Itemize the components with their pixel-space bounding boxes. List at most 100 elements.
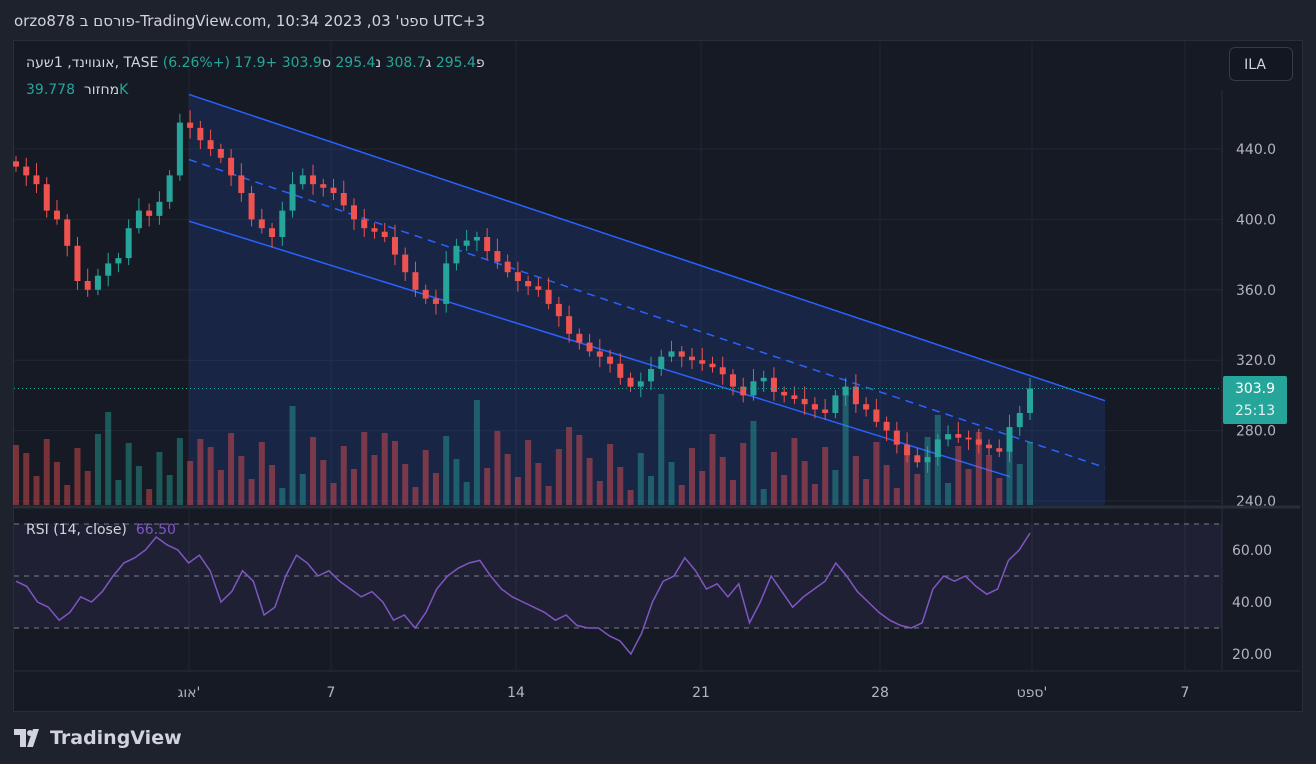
candle-body (105, 263, 112, 276)
candle-body (924, 457, 931, 463)
volume-bar (33, 476, 40, 505)
price-tick: 440.0 (1236, 142, 1276, 158)
volume-bar (965, 469, 972, 505)
volume-legend: מחזור 39.778K (26, 82, 128, 98)
volume-bar (289, 406, 296, 505)
candle-body (84, 281, 91, 290)
candle-body (791, 395, 798, 399)
last-price: 303.9 (1234, 381, 1276, 397)
volume-bar (1016, 464, 1023, 505)
candle-body (207, 140, 214, 149)
candle-body (873, 409, 880, 422)
candle-body (279, 210, 286, 237)
candle-body (494, 251, 501, 262)
candle-body (269, 228, 276, 237)
volume-bar (371, 455, 378, 505)
volume-bar (217, 470, 224, 505)
volume-bar (627, 490, 634, 505)
candle-body (914, 455, 921, 463)
volume-bar (64, 485, 71, 505)
time-tick: ספט' (1017, 685, 1048, 701)
volume-bar (607, 444, 614, 505)
volume-bar (760, 489, 767, 505)
candle-body (883, 421, 890, 431)
volume-bar (729, 480, 736, 505)
candle-body (504, 261, 511, 273)
candle-body (33, 175, 40, 185)
volume-bar (125, 443, 132, 505)
volume-bar (381, 433, 388, 505)
volume-bar (258, 442, 265, 505)
volume-bar (13, 445, 19, 505)
candle-body (402, 254, 409, 273)
high-value: 308.7 (385, 55, 426, 71)
volume-bar (228, 433, 235, 505)
time-tick: 21 (692, 685, 710, 701)
candle-body (248, 193, 255, 220)
last-price-tag: 303.9 25:13 (1223, 376, 1287, 424)
candle-body (607, 356, 614, 364)
candle-body (217, 149, 224, 158)
volume-bar (586, 458, 593, 505)
volume-bar (648, 476, 655, 505)
volume-label: מחזור (83, 82, 120, 98)
candle-body (545, 289, 552, 304)
candle-body (750, 381, 757, 396)
volume-bar (248, 479, 255, 505)
candle-body (678, 351, 685, 357)
bar-countdown: 25:13 (1234, 403, 1276, 419)
candle-body (258, 219, 265, 229)
candle-body (228, 157, 235, 176)
rsi-label[interactable]: RSI (14, close) (26, 522, 127, 538)
volume-bar (84, 471, 91, 505)
volume-bar (996, 478, 1003, 505)
candle-body (986, 444, 993, 449)
candle-body (955, 434, 962, 438)
volume-bar (74, 448, 81, 505)
volume-bar (115, 480, 122, 505)
time-tick: 14 (507, 685, 525, 701)
tradingview-logo[interactable]: TradingView (14, 727, 182, 749)
volume-bar (187, 461, 194, 505)
candle-body (371, 228, 378, 232)
close-label: ס (321, 55, 331, 71)
volume-bar (504, 454, 511, 505)
volume-bar (822, 447, 829, 505)
volume-bar (832, 470, 839, 505)
volume-bar (873, 442, 880, 505)
time-tick: אוג' (178, 685, 201, 701)
volume-bar (207, 447, 214, 505)
candle-body (863, 404, 870, 410)
volume-bar (791, 438, 798, 505)
chart-canvas[interactable]: 440.0400.0360.0320.0280.0240.0אוג' 7 14 21 2… (0, 0, 1316, 764)
volume-bar (299, 474, 306, 505)
time-tick: 28 (871, 685, 889, 701)
volume-bar (23, 453, 30, 505)
volume-bar (545, 486, 552, 505)
open-value: 295.4 (435, 55, 476, 71)
volume-bar (781, 475, 788, 505)
volume-bar (914, 474, 921, 505)
tradingview-logo-icon (14, 729, 39, 747)
candle-body (299, 175, 306, 185)
volume-bar (146, 489, 153, 505)
currency-button[interactable]: ILA (1229, 47, 1293, 81)
candle-body (351, 205, 357, 220)
candle-body (23, 166, 30, 176)
volume-bar (596, 481, 603, 505)
candle-body (770, 377, 777, 392)
volume-bar (330, 483, 337, 505)
candle-body (74, 245, 81, 281)
candle-body (729, 374, 736, 387)
candle-body (760, 377, 767, 382)
volume-bar (176, 438, 183, 505)
candle-body (658, 356, 665, 369)
symbol-label[interactable]: אוגווינד, 1שעה, TASE (26, 55, 158, 71)
open-label: פ (475, 55, 485, 71)
candle-body (197, 127, 204, 141)
channel-fill (189, 94, 1105, 505)
volume-bar (566, 427, 573, 505)
volume-bar (699, 471, 706, 505)
candle-body (176, 122, 183, 176)
volume-bar (351, 469, 357, 505)
